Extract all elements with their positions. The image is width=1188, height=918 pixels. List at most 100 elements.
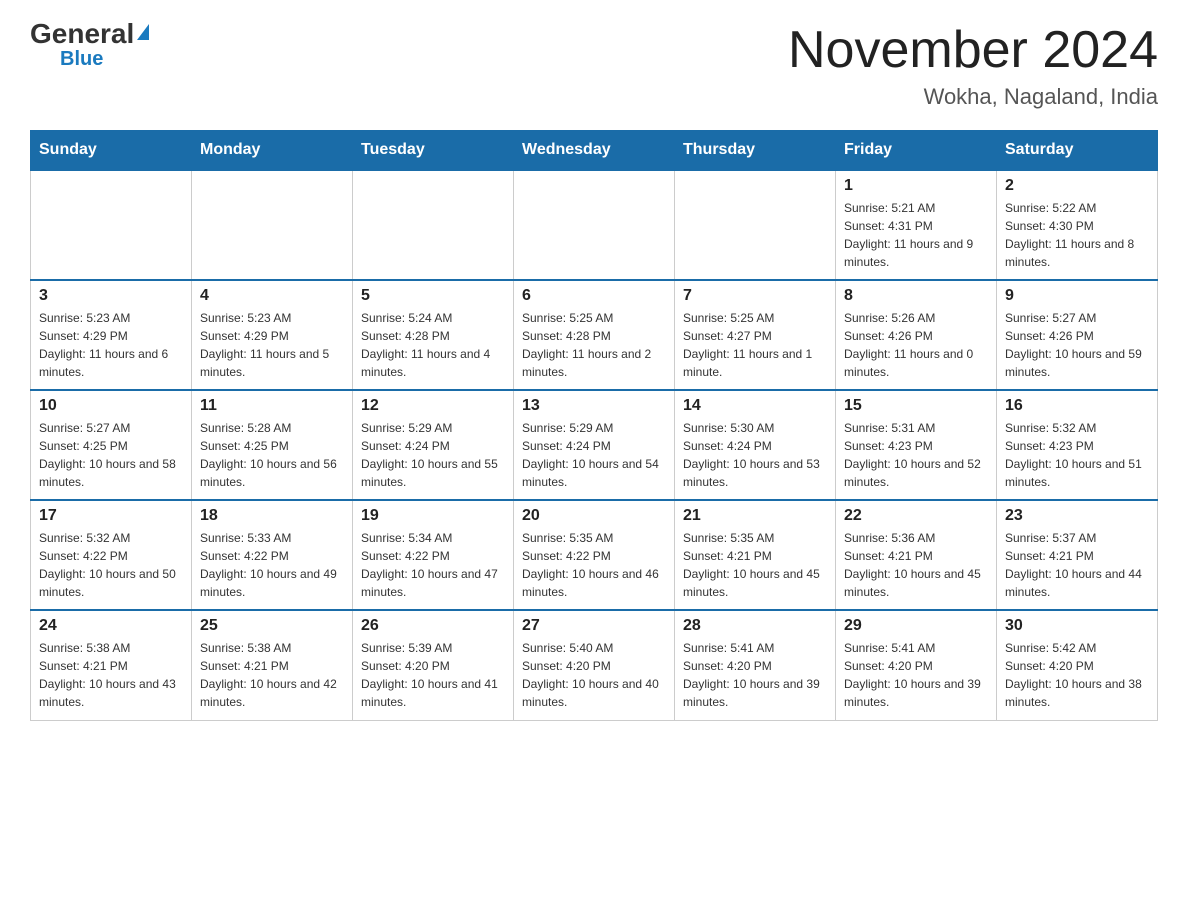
day-number: 8 [844, 287, 988, 305]
day-info: Sunrise: 5:23 AMSunset: 4:29 PMDaylight:… [39, 309, 183, 381]
calendar-day-cell: 21 Sunrise: 5:35 AMSunset: 4:21 PMDayligh… [675, 500, 836, 610]
calendar-day-cell: 6Sunrise: 5:25 AMSunset: 4:28 PMDaylight… [514, 280, 675, 390]
day-number: 2 [1005, 177, 1149, 195]
calendar-header: SundayMondayTuesdayWednesdayThursdayFrid… [31, 131, 1158, 171]
calendar-day-cell: 22 Sunrise: 5:36 AMSunset: 4:21 PMDayligh… [836, 500, 997, 610]
day-number: 12 [361, 397, 505, 415]
day-number: 23 [1005, 507, 1149, 525]
day-number: 5 [361, 287, 505, 305]
calendar-day-cell: 14 Sunrise: 5:30 AMSunset: 4:24 PMDayligh… [675, 390, 836, 500]
day-info: Sunrise: 5:29 AMSunset: 4:24 PMDaylight:… [522, 419, 666, 491]
day-number: 20 [522, 507, 666, 525]
calendar-day-cell [353, 170, 514, 280]
calendar-day-cell: 5 Sunrise: 5:24 AMSunset: 4:28 PMDaylight… [353, 280, 514, 390]
day-info: Sunrise: 5:29 AMSunset: 4:24 PMDaylight:… [361, 419, 505, 491]
calendar-day-cell: 2 Sunrise: 5:22 AMSunset: 4:30 PMDaylight… [997, 170, 1158, 280]
day-number: 27 [522, 617, 666, 635]
day-number: 14 [683, 397, 827, 415]
calendar-day-cell: 19 Sunrise: 5:34 AMSunset: 4:22 PMDayligh… [353, 500, 514, 610]
calendar-day-cell: 17 Sunrise: 5:32 AMSunset: 4:22 PMDayligh… [31, 500, 192, 610]
calendar-week-row: 17 Sunrise: 5:32 AMSunset: 4:22 PMDayligh… [31, 500, 1158, 610]
logo-general-text: General [30, 20, 134, 48]
day-number: 13 [522, 397, 666, 415]
day-number: 19 [361, 507, 505, 525]
calendar-day-cell: 10Sunrise: 5:27 AMSunset: 4:25 PMDayligh… [31, 390, 192, 500]
calendar-day-cell: 30Sunrise: 5:42 AMSunset: 4:20 PMDayligh… [997, 610, 1158, 720]
day-info: Sunrise: 5:22 AMSunset: 4:30 PMDaylight:… [1005, 199, 1149, 271]
logo-triangle-icon [137, 24, 149, 40]
calendar-week-row: 1Sunrise: 5:21 AMSunset: 4:31 PMDaylight… [31, 170, 1158, 280]
day-info: Sunrise: 5:32 AMSunset: 4:23 PMDaylight:… [1005, 419, 1149, 491]
day-number: 24 [39, 617, 183, 635]
day-info: Sunrise: 5:27 AMSunset: 4:26 PMDaylight:… [1005, 309, 1149, 381]
day-number: 16 [1005, 397, 1149, 415]
day-info: Sunrise: 5:40 AMSunset: 4:20 PMDaylight:… [522, 639, 666, 711]
day-number: 3 [39, 287, 183, 305]
page-header: General Blue November 2024 Wokha, Nagala… [30, 20, 1158, 110]
day-number: 6 [522, 287, 666, 305]
location-title: Wokha, Nagaland, India [788, 84, 1158, 110]
day-info: Sunrise: 5:41 AMSunset: 4:20 PMDaylight:… [844, 639, 988, 711]
calendar-day-cell: 20Sunrise: 5:35 AMSunset: 4:22 PMDayligh… [514, 500, 675, 610]
day-number: 9 [1005, 287, 1149, 305]
day-number: 26 [361, 617, 505, 635]
calendar-day-cell: 26 Sunrise: 5:39 AMSunset: 4:20 PMDayligh… [353, 610, 514, 720]
title-block: November 2024 Wokha, Nagaland, India [788, 20, 1158, 110]
day-number: 28 [683, 617, 827, 635]
day-info: Sunrise: 5:38 AMSunset: 4:21 PMDaylight:… [39, 639, 183, 711]
calendar-day-cell: 4 Sunrise: 5:23 AMSunset: 4:29 PMDaylight… [192, 280, 353, 390]
day-info: Sunrise: 5:36 AMSunset: 4:21 PMDaylight:… [844, 529, 988, 601]
day-info: Sunrise: 5:42 AMSunset: 4:20 PMDaylight:… [1005, 639, 1149, 711]
day-info: Sunrise: 5:24 AMSunset: 4:28 PMDaylight:… [361, 309, 505, 381]
day-info: Sunrise: 5:23 AMSunset: 4:29 PMDaylight:… [200, 309, 344, 381]
calendar-day-cell: 15 Sunrise: 5:31 AMSunset: 4:23 PMDayligh… [836, 390, 997, 500]
day-info: Sunrise: 5:34 AMSunset: 4:22 PMDaylight:… [361, 529, 505, 601]
day-info: Sunrise: 5:21 AMSunset: 4:31 PMDaylight:… [844, 199, 988, 271]
day-number: 7 [683, 287, 827, 305]
day-number: 15 [844, 397, 988, 415]
day-number: 11 [200, 397, 344, 415]
logo: General Blue [30, 20, 149, 71]
day-number: 4 [200, 287, 344, 305]
calendar-table: SundayMondayTuesdayWednesdayThursdayFrid… [30, 130, 1158, 721]
day-info: Sunrise: 5:38 AMSunset: 4:21 PMDaylight:… [200, 639, 344, 711]
calendar-day-header: Tuesday [353, 131, 514, 171]
month-title: November 2024 [788, 20, 1158, 80]
day-info: Sunrise: 5:32 AMSunset: 4:22 PMDaylight:… [39, 529, 183, 601]
calendar-day-cell [31, 170, 192, 280]
calendar-day-cell: 28 Sunrise: 5:41 AMSunset: 4:20 PMDayligh… [675, 610, 836, 720]
day-info: Sunrise: 5:26 AMSunset: 4:26 PMDaylight:… [844, 309, 988, 381]
calendar-day-cell: 29 Sunrise: 5:41 AMSunset: 4:20 PMDayligh… [836, 610, 997, 720]
day-info: Sunrise: 5:30 AMSunset: 4:24 PMDaylight:… [683, 419, 827, 491]
day-info: Sunrise: 5:41 AMSunset: 4:20 PMDaylight:… [683, 639, 827, 711]
calendar-week-row: 10Sunrise: 5:27 AMSunset: 4:25 PMDayligh… [31, 390, 1158, 500]
calendar-day-header: Thursday [675, 131, 836, 171]
day-info: Sunrise: 5:25 AMSunset: 4:27 PMDaylight:… [683, 309, 827, 381]
calendar-day-cell: 3 Sunrise: 5:23 AMSunset: 4:29 PMDaylight… [31, 280, 192, 390]
day-info: Sunrise: 5:31 AMSunset: 4:23 PMDaylight:… [844, 419, 988, 491]
calendar-day-cell [514, 170, 675, 280]
calendar-day-cell [192, 170, 353, 280]
day-info: Sunrise: 5:28 AMSunset: 4:25 PMDaylight:… [200, 419, 344, 491]
calendar-day-cell: 16 Sunrise: 5:32 AMSunset: 4:23 PMDayligh… [997, 390, 1158, 500]
day-number: 18 [200, 507, 344, 525]
calendar-day-header: Monday [192, 131, 353, 171]
day-number: 10 [39, 397, 183, 415]
day-number: 21 [683, 507, 827, 525]
calendar-day-cell: 13 Sunrise: 5:29 AMSunset: 4:24 PMDayligh… [514, 390, 675, 500]
day-number: 29 [844, 617, 988, 635]
calendar-day-header: Saturday [997, 131, 1158, 171]
calendar-day-cell: 23Sunrise: 5:37 AMSunset: 4:21 PMDayligh… [997, 500, 1158, 610]
calendar-day-cell: 25Sunrise: 5:38 AMSunset: 4:21 PMDayligh… [192, 610, 353, 720]
day-info: Sunrise: 5:35 AMSunset: 4:21 PMDaylight:… [683, 529, 827, 601]
calendar-day-cell: 18Sunrise: 5:33 AMSunset: 4:22 PMDayligh… [192, 500, 353, 610]
day-number: 22 [844, 507, 988, 525]
day-info: Sunrise: 5:39 AMSunset: 4:20 PMDaylight:… [361, 639, 505, 711]
calendar-week-row: 24 Sunrise: 5:38 AMSunset: 4:21 PMDayligh… [31, 610, 1158, 720]
calendar-day-cell: 8 Sunrise: 5:26 AMSunset: 4:26 PMDaylight… [836, 280, 997, 390]
calendar-day-cell: 27 Sunrise: 5:40 AMSunset: 4:20 PMDayligh… [514, 610, 675, 720]
day-number: 17 [39, 507, 183, 525]
logo-blue-text: Blue [60, 48, 103, 71]
calendar-day-header: Friday [836, 131, 997, 171]
calendar-day-cell: 11 Sunrise: 5:28 AMSunset: 4:25 PMDayligh… [192, 390, 353, 500]
